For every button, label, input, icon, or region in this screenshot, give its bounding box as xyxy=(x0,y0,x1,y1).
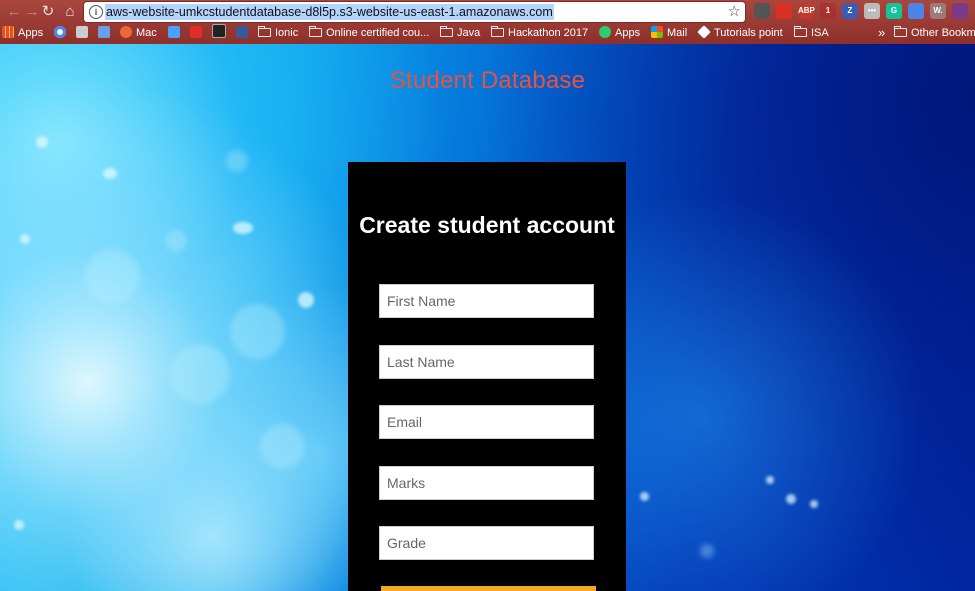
corner-extension-icon[interactable] xyxy=(952,3,968,19)
photo-bookmark-icon xyxy=(76,26,88,38)
bokeh-light xyxy=(298,292,314,308)
bookmark-star-icon[interactable]: ☆ xyxy=(728,2,741,22)
bokeh-light xyxy=(766,476,774,484)
adblock-plus-icon[interactable]: ABP xyxy=(798,3,815,19)
bokeh-light xyxy=(230,304,285,359)
bookmark-label: Mac xyxy=(136,27,157,39)
browser-chrome: ← → ↻ ⌂ i aws-website-umkcstudentdatabas… xyxy=(0,0,975,44)
bokeh-light xyxy=(260,424,305,469)
bookmark-item[interactable]: Mail xyxy=(651,24,687,42)
youtube-icon xyxy=(190,26,202,38)
bookmark-item[interactable]: Apps xyxy=(2,24,43,42)
z-extension-icon[interactable]: Z xyxy=(842,3,858,19)
bokeh-light xyxy=(85,249,140,304)
url-text[interactable]: aws-website-umkcstudentdatabase-d8l5p.s3… xyxy=(105,4,554,20)
folder-icon xyxy=(894,26,907,37)
apps-green-icon xyxy=(599,26,611,38)
bookmark-item[interactable]: Online certified cou... xyxy=(309,24,429,42)
marks-input[interactable] xyxy=(379,466,594,500)
bookmark-label: Mail xyxy=(667,27,688,39)
bokeh-light xyxy=(786,494,796,504)
info-icon[interactable]: i xyxy=(89,5,103,19)
bookmarks-overflow-icon[interactable]: » xyxy=(878,24,885,42)
bokeh-light xyxy=(36,136,48,148)
bookmark-item[interactable] xyxy=(76,24,92,42)
microsoft-icon xyxy=(651,26,663,38)
bookmark-item[interactable]: Java xyxy=(440,24,480,42)
w-extension-icon[interactable]: W. xyxy=(930,3,946,19)
signup-form: Create student account xyxy=(348,162,626,591)
bookmark-label: Java xyxy=(457,27,481,39)
grammarly-icon[interactable]: G xyxy=(886,3,902,19)
bookmark-item[interactable]: Mac xyxy=(120,24,157,42)
mac-app-icon xyxy=(120,26,132,38)
page-content: Student Database Create student account xyxy=(0,44,975,591)
other-bookmarks-folder[interactable]: Other Bookma xyxy=(894,24,975,42)
bookmark-item[interactable] xyxy=(98,24,114,42)
home-icon[interactable]: ⌂ xyxy=(60,2,80,22)
bookmark-label: Tutorials point xyxy=(714,27,783,39)
bookmark-item[interactable] xyxy=(168,24,184,42)
submit-button[interactable] xyxy=(381,586,596,591)
bokeh-light xyxy=(226,150,248,172)
bookmark-item[interactable]: ISA xyxy=(794,24,829,42)
folder-icon xyxy=(440,26,453,37)
bokeh-light xyxy=(233,222,253,234)
bokeh-light xyxy=(640,492,649,501)
facebook-icon xyxy=(236,26,248,38)
first-name-input[interactable] xyxy=(379,284,594,318)
bookmark-item[interactable]: Apps xyxy=(599,24,640,42)
dots-extension-icon[interactable]: ••• xyxy=(864,3,880,19)
grade-input[interactable] xyxy=(379,526,594,560)
email-input[interactable] xyxy=(379,405,594,439)
ublock-icon[interactable]: 1 xyxy=(820,3,836,19)
red-circle-extension-icon[interactable] xyxy=(776,3,792,19)
google-icon xyxy=(54,26,66,38)
bookmark-label: Hackathon 2017 xyxy=(508,27,589,39)
bokeh-light xyxy=(700,544,714,558)
download-arrow-icon[interactable] xyxy=(754,3,770,19)
folder-icon xyxy=(794,26,807,37)
bookmark-item[interactable]: Tutorials point xyxy=(697,24,783,42)
tutorialspoint-icon xyxy=(697,25,711,39)
last-name-input[interactable] xyxy=(379,345,594,379)
bookmark-label: Apps xyxy=(615,27,641,39)
bookmark-label: Other Bookma xyxy=(911,27,975,39)
form-heading: Create student account xyxy=(359,212,615,238)
bookmark-label: Ionic xyxy=(275,27,299,39)
page-title: Student Database xyxy=(389,67,586,94)
bokeh-light xyxy=(810,500,818,508)
google-translate-icon[interactable] xyxy=(908,3,924,19)
bokeh-light xyxy=(14,520,24,530)
bookmark-item[interactable] xyxy=(190,24,206,42)
bookmark-item[interactable]: Ionic xyxy=(258,24,298,42)
bookmarks-bar: Apps Mac Ionic Online certified cou... Java H… xyxy=(0,24,975,42)
tv-bookmark-icon xyxy=(212,24,226,38)
bokeh-light xyxy=(170,344,230,404)
bokeh-light xyxy=(103,168,117,179)
bokeh-light xyxy=(20,234,30,244)
bookmark-label: Online certified cou... xyxy=(326,27,430,39)
bookmark-item[interactable] xyxy=(236,24,252,42)
address-bar[interactable]: i aws-website-umkcstudentdatabase-d8l5p.… xyxy=(84,2,745,22)
bookmark-label: Apps xyxy=(18,27,44,39)
reload-icon[interactable]: ↻ xyxy=(38,2,58,22)
bookmark-item[interactable] xyxy=(212,24,230,42)
bookmark-item[interactable] xyxy=(54,24,70,42)
folder-icon xyxy=(258,26,271,37)
bookmark-item[interactable]: Hackathon 2017 xyxy=(491,24,588,42)
bokeh-light xyxy=(165,230,187,252)
back-arrow-icon[interactable]: ← xyxy=(4,2,24,22)
apps-grid-icon xyxy=(2,26,14,38)
folder-icon xyxy=(491,26,504,37)
bird-bookmark-icon xyxy=(168,26,180,38)
tag-bookmark-icon xyxy=(98,26,110,38)
bookmark-label: ISA xyxy=(811,27,829,39)
folder-icon xyxy=(309,26,322,37)
